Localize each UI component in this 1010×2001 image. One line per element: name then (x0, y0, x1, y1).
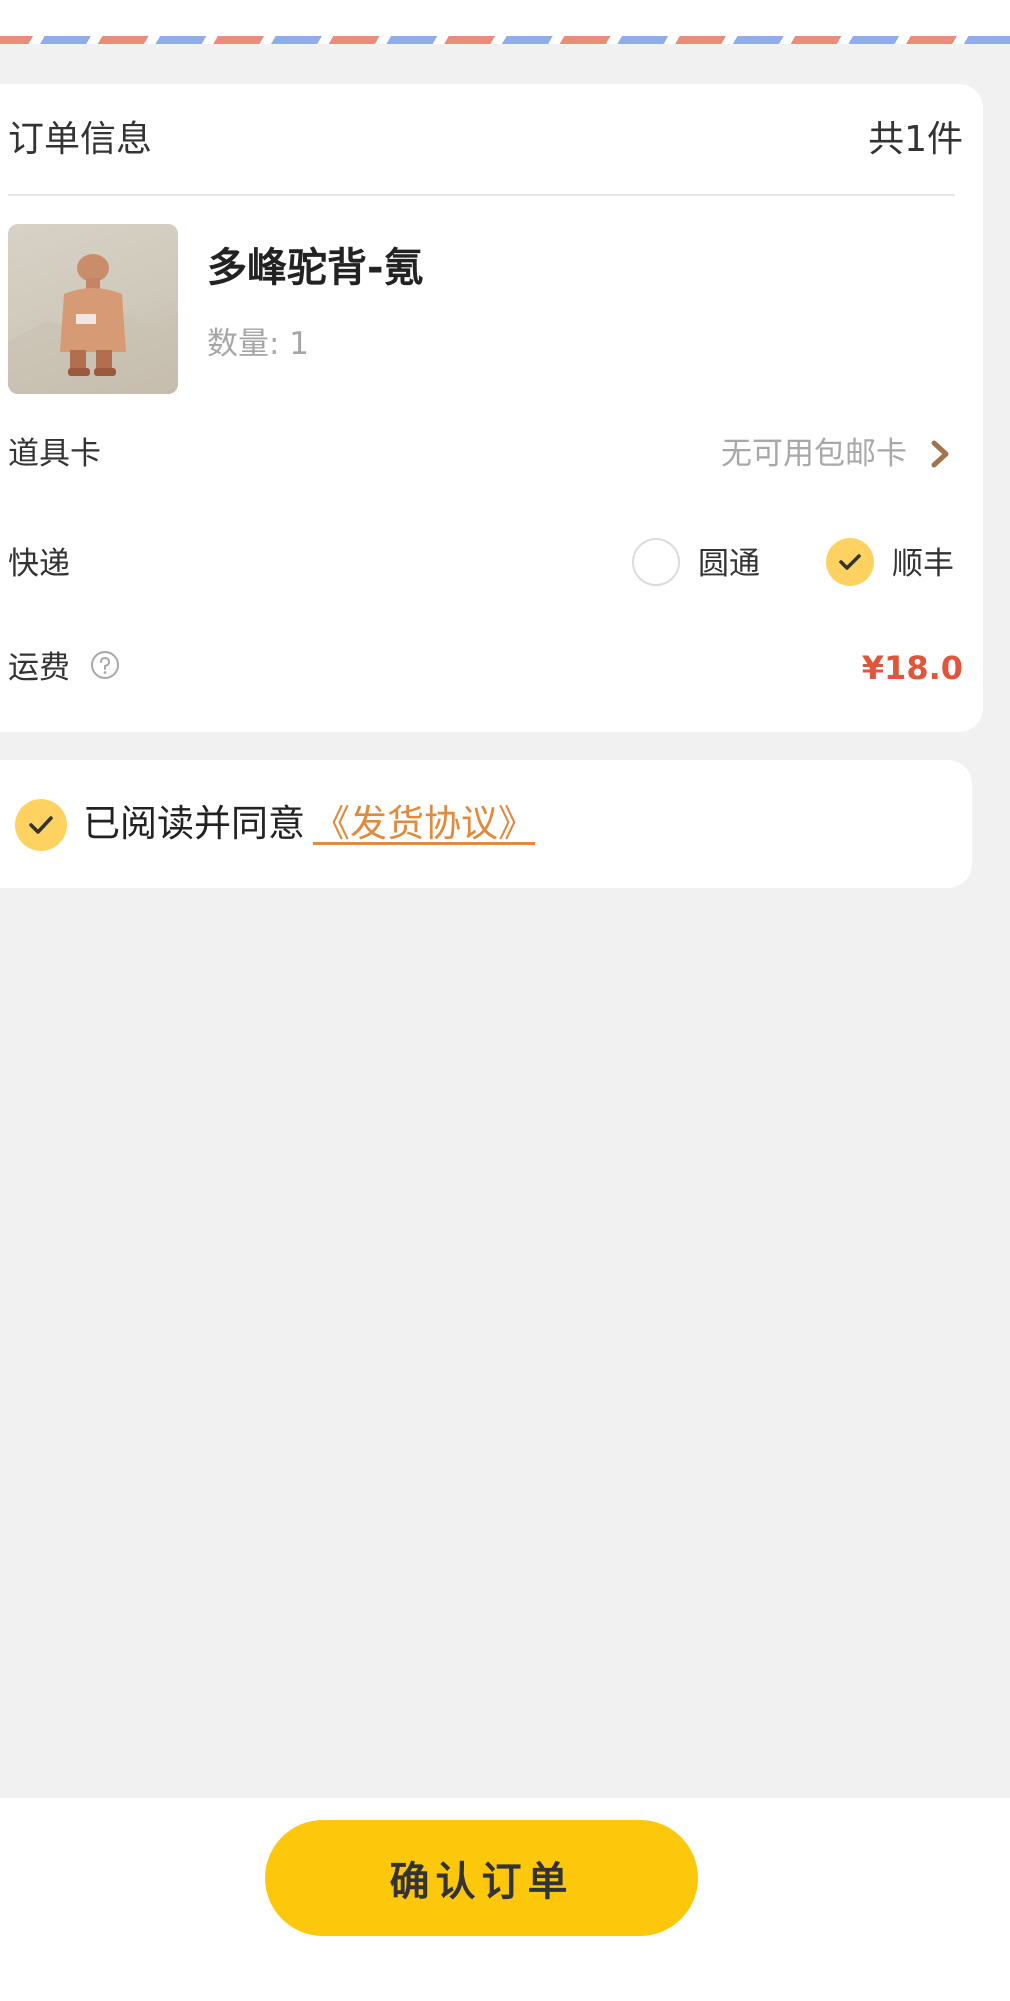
airmail-header (0, 0, 1010, 44)
product-quantity: 数量: 1 (207, 326, 310, 362)
shipping-agreement-link[interactable]: 《发货协议》 (313, 800, 535, 848)
agreement-card: 已阅读并同意 《发货协议》 (0, 760, 972, 888)
product-title: 多峰驼背-氪 (207, 245, 424, 291)
checkmark-icon (29, 816, 53, 834)
express-label: 快递 (8, 546, 70, 582)
agreement-checkbox[interactable] (15, 799, 67, 851)
chevron-right-icon (925, 430, 957, 478)
shunfeng-label[interactable]: 顺丰 (892, 540, 954, 588)
confirm-order-button[interactable]: 确认订单 (265, 1820, 698, 1936)
shipping-fee-label: 运费 (8, 650, 70, 686)
checkmark-icon (839, 554, 861, 570)
prop-card-label: 道具卡 (8, 436, 101, 472)
bottom-action-bar: 确认订单 (0, 1798, 1010, 2001)
order-item-count: 共1件 (868, 119, 963, 160)
question-circle-icon[interactable] (90, 650, 120, 680)
order-info-card: 订单信息 共1件 多峰驼背-氪 数量: 1 道具卡 无可用包邮卡 快递 圆通 顺… (0, 84, 983, 732)
prop-card-value: 无可用包邮卡 (721, 436, 907, 472)
express-row: 快递 圆通 顺丰 (8, 538, 963, 588)
shipping-fee-amount: ¥18.0 (861, 649, 963, 687)
divider (8, 194, 955, 196)
product-figure-illustration (8, 254, 178, 394)
yuantong-label[interactable]: 圆通 (698, 540, 760, 588)
airmail-stripe (0, 36, 1010, 44)
yuantong-radio[interactable] (632, 538, 680, 586)
order-info-header: 订单信息 共1件 (8, 120, 963, 160)
shipping-fee-row: 运费 ¥18.0 (8, 644, 963, 692)
prop-card-row[interactable]: 道具卡 无可用包邮卡 (8, 430, 963, 478)
order-info-title: 订单信息 (8, 119, 153, 160)
shunfeng-radio[interactable] (826, 538, 874, 586)
agreement-text: 已阅读并同意 (83, 802, 305, 845)
product-image (8, 224, 178, 394)
